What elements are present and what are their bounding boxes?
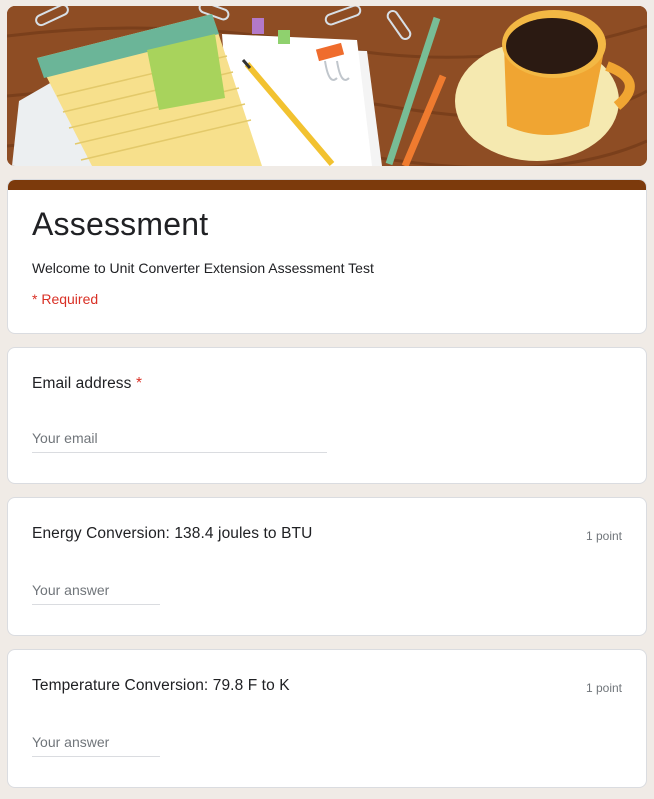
points-label: 1 point bbox=[585, 529, 622, 543]
question-title: Energy Conversion: 138.4 joules to BTU bbox=[32, 525, 313, 542]
desk-illustration bbox=[7, 6, 647, 166]
question-title: Temperature Conversion: 79.8 F to K bbox=[32, 677, 290, 694]
form-header-card: Assessment Welcome to Unit Converter Ext… bbox=[7, 179, 647, 334]
accent-strip bbox=[8, 180, 646, 190]
form-description: Welcome to Unit Converter Extension Asse… bbox=[32, 260, 374, 276]
question-title: Email address * bbox=[32, 375, 142, 393]
energy-answer-input[interactable] bbox=[32, 582, 160, 605]
question-card-email: Email address * bbox=[7, 347, 647, 484]
required-asterisk: * bbox=[135, 375, 143, 392]
question-card-temperature: Temperature Conversion: 79.8 F to K 1 po… bbox=[7, 649, 647, 788]
points-label: 1 point bbox=[585, 681, 622, 695]
temperature-answer-input[interactable] bbox=[32, 734, 160, 757]
required-note: * Required bbox=[32, 291, 99, 307]
question-card-energy: Energy Conversion: 138.4 joules to BTU 1… bbox=[7, 497, 647, 636]
header-banner bbox=[7, 6, 647, 166]
form-title: Assessment bbox=[32, 206, 209, 242]
question-label: Email address bbox=[32, 375, 132, 392]
email-field[interactable] bbox=[32, 430, 327, 453]
